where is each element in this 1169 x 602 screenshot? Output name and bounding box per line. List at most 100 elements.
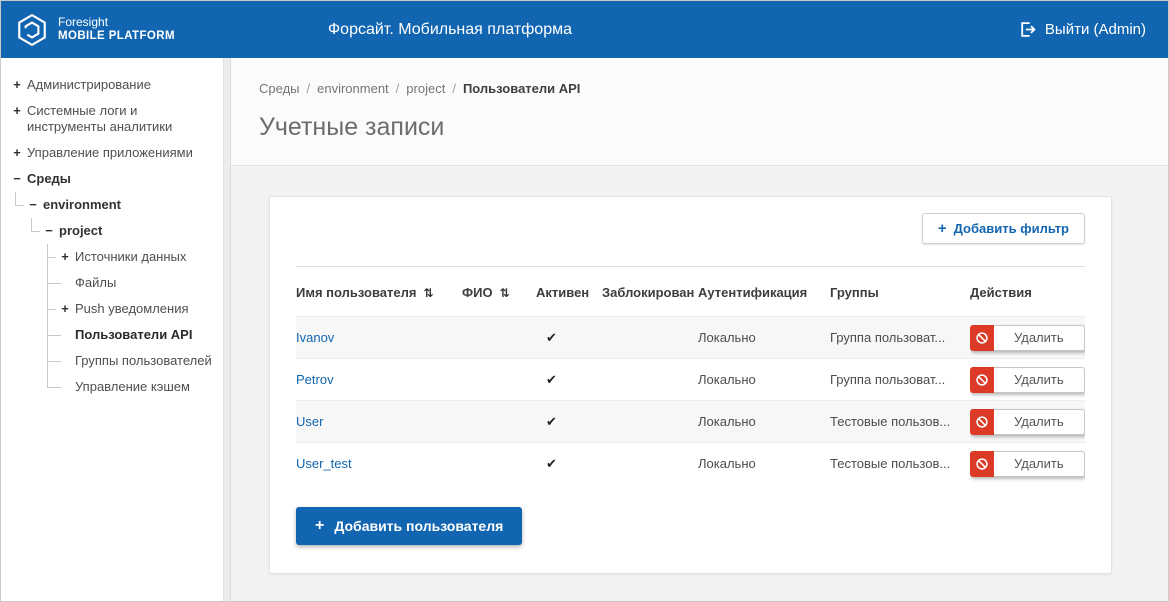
username-link[interactable]: User bbox=[296, 414, 323, 429]
logout-label: Выйти (Admin) bbox=[1045, 21, 1146, 38]
column-header-label: Действия bbox=[970, 285, 1032, 300]
logout-button[interactable]: Выйти (Admin) bbox=[1019, 21, 1146, 38]
sidebar: +Администрирование+Системные логи и инст… bbox=[1, 58, 231, 601]
groups-cell: Тестовые пользов... bbox=[830, 443, 970, 485]
fio-cell bbox=[462, 317, 536, 359]
brand-text: Foresight MOBILE PLATFORM bbox=[58, 15, 175, 43]
collapse-icon[interactable]: − bbox=[27, 197, 39, 213]
sort-icon[interactable]: ⇅ bbox=[423, 286, 433, 300]
delete-label: Удалить bbox=[994, 451, 1085, 477]
expand-icon[interactable]: + bbox=[11, 77, 23, 93]
active-cell: ✔ bbox=[536, 401, 602, 443]
column-header: Заблокирован bbox=[602, 267, 698, 317]
plus-icon: + bbox=[315, 517, 324, 535]
ban-icon bbox=[970, 325, 994, 351]
sidebar-item[interactable]: −Среды bbox=[1, 166, 218, 192]
main-area: Среды/environment/project/Пользователи A… bbox=[231, 58, 1168, 601]
sidebar-item-label: Управление приложениями bbox=[27, 145, 193, 161]
expand-icon[interactable]: + bbox=[59, 249, 71, 265]
sidebar-item-label: Push уведомления bbox=[75, 301, 189, 317]
sidebar-item[interactable]: Файлы bbox=[1, 270, 218, 296]
active-cell: ✔ bbox=[536, 317, 602, 359]
sidebar-item[interactable]: Управление кэшем bbox=[1, 374, 218, 400]
sidebar-item[interactable]: −project bbox=[1, 218, 218, 244]
username-link[interactable]: Ivanov bbox=[296, 330, 334, 345]
groups-cell: Группа пользоват... bbox=[830, 317, 970, 359]
username-cell: User_test bbox=[296, 443, 462, 485]
breadcrumb-item[interactable]: environment bbox=[317, 81, 389, 96]
username-cell: Ivanov bbox=[296, 317, 462, 359]
column-header-label: ФИО bbox=[462, 285, 493, 300]
breadcrumb-item[interactable]: project bbox=[406, 81, 445, 96]
sidebar-item[interactable]: +Источники данных bbox=[1, 244, 218, 270]
sidebar-item[interactable]: Пользователи API bbox=[1, 322, 218, 348]
sort-icon[interactable]: ⇅ bbox=[500, 286, 510, 300]
sidebar-item[interactable]: +Системные логи и инструменты аналитики bbox=[1, 98, 218, 140]
sidebar-item-label: Пользователи API bbox=[75, 327, 192, 343]
breadcrumb-separator: / bbox=[452, 81, 456, 96]
username-cell: User bbox=[296, 401, 462, 443]
expand-icon[interactable]: + bbox=[11, 145, 23, 161]
breadcrumb: Среды/environment/project/Пользователи A… bbox=[231, 58, 1168, 96]
ban-icon bbox=[970, 409, 994, 435]
fio-cell bbox=[462, 443, 536, 485]
sidebar-item-label: Группы пользователей bbox=[75, 353, 212, 369]
accounts-table: Имя пользователя⇅ФИО ⇅ Активен Заблокирован… bbox=[296, 266, 1085, 485]
check-icon: ✔ bbox=[536, 414, 557, 429]
sidebar-item[interactable]: −environment bbox=[1, 192, 218, 218]
breadcrumb-item[interactable]: Среды bbox=[259, 81, 300, 96]
delete-button[interactable]: Удалить bbox=[970, 325, 1085, 351]
breadcrumb-item[interactable]: Пользователи API bbox=[463, 81, 580, 96]
logout-icon bbox=[1019, 21, 1036, 38]
accounts-panel: + Добавить фильтр Имя пользователя⇅ФИО ⇅ А… bbox=[269, 196, 1112, 574]
column-header[interactable]: ФИО ⇅ bbox=[462, 267, 536, 317]
delete-label: Удалить bbox=[994, 409, 1085, 435]
delete-button[interactable]: Удалить bbox=[970, 451, 1085, 477]
plus-icon: + bbox=[938, 220, 947, 237]
check-icon: ✔ bbox=[536, 372, 557, 387]
column-header-label: Активен bbox=[536, 285, 589, 300]
sidebar-scrollbar[interactable] bbox=[223, 58, 230, 601]
collapse-icon[interactable]: − bbox=[43, 223, 55, 239]
actions-cell: Удалить bbox=[970, 359, 1085, 401]
sidebar-item[interactable]: +Администрирование bbox=[1, 72, 218, 98]
expand-icon[interactable]: + bbox=[59, 301, 71, 317]
add-filter-label: Добавить фильтр bbox=[954, 221, 1069, 236]
add-user-button[interactable]: + Добавить пользователя bbox=[296, 507, 522, 545]
sidebar-item-label: Управление кэшем bbox=[75, 379, 190, 395]
column-header[interactable]: Имя пользователя⇅ bbox=[296, 267, 462, 317]
delete-button[interactable]: Удалить bbox=[970, 367, 1085, 393]
app-window: Foresight MOBILE PLATFORM Форсайт. Мобил… bbox=[0, 0, 1169, 602]
breadcrumb-separator: / bbox=[307, 81, 311, 96]
brand-subtitle: MOBILE PLATFORM bbox=[58, 30, 175, 44]
body-row: +Администрирование+Системные логи и инст… bbox=[1, 58, 1168, 601]
sidebar-item-label: Среды bbox=[27, 171, 71, 187]
username-cell: Petrov bbox=[296, 359, 462, 401]
table-row: Ivanov✔ЛокальноГруппа пользоват...Удалит… bbox=[296, 317, 1085, 359]
delete-button[interactable]: Удалить bbox=[970, 409, 1085, 435]
sidebar-item-label: Администрирование bbox=[27, 77, 151, 93]
username-link[interactable]: Petrov bbox=[296, 372, 334, 387]
active-cell: ✔ bbox=[536, 443, 602, 485]
sidebar-item[interactable]: +Push уведомления bbox=[1, 296, 218, 322]
add-filter-button[interactable]: + Добавить фильтр bbox=[922, 213, 1085, 244]
top-bar: Foresight MOBILE PLATFORM Форсайт. Мобил… bbox=[1, 1, 1168, 58]
sidebar-item[interactable]: +Управление приложениями bbox=[1, 140, 218, 166]
table-body: Ivanov✔ЛокальноГруппа пользоват...Удалит… bbox=[296, 317, 1085, 485]
fio-cell bbox=[462, 401, 536, 443]
column-header: Активен bbox=[536, 267, 602, 317]
collapse-icon[interactable]: − bbox=[11, 171, 23, 187]
username-link[interactable]: User_test bbox=[296, 456, 352, 471]
sidebar-tree: +Администрирование+Системные логи и инст… bbox=[1, 72, 218, 400]
expand-icon[interactable]: + bbox=[11, 103, 23, 119]
sidebar-item[interactable]: Группы пользователей bbox=[1, 348, 218, 374]
blocked-cell bbox=[602, 401, 698, 443]
sidebar-item-label: Системные логи и инструменты аналитики bbox=[27, 103, 214, 135]
brand-name: Foresight bbox=[58, 15, 175, 29]
delete-label: Удалить bbox=[994, 325, 1085, 351]
brand: Foresight MOBILE PLATFORM bbox=[15, 13, 175, 47]
add-user-label: Добавить пользователя bbox=[334, 518, 503, 534]
ban-icon bbox=[970, 367, 994, 393]
table-row: User_test✔ЛокальноТестовые пользов...Уда… bbox=[296, 443, 1085, 485]
ban-icon bbox=[970, 451, 994, 477]
